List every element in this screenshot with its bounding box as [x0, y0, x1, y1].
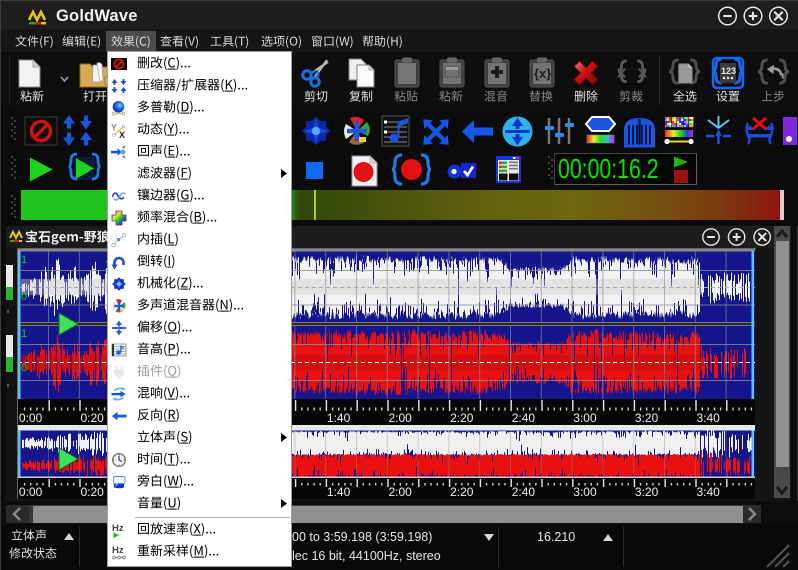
- svg-text:0:20: 0:20: [81, 411, 105, 425]
- svg-text:Hz: Hz: [112, 523, 124, 534]
- svg-text:3:00: 3:00: [573, 411, 597, 425]
- svg-text:2:40: 2:40: [512, 411, 536, 425]
- svg-text:3:40: 3:40: [697, 485, 721, 499]
- svg-text:2:20: 2:20: [450, 485, 474, 499]
- svg-text:X: X: [119, 130, 125, 140]
- svg-text:2:00: 2:00: [389, 411, 413, 425]
- svg-text:0:20: 0:20: [81, 485, 105, 499]
- svg-text:2:40: 2:40: [512, 485, 536, 499]
- svg-text:Y: Y: [111, 123, 117, 133]
- svg-text:1: 1: [21, 328, 27, 340]
- svg-text:3:00: 3:00: [573, 485, 597, 499]
- svg-text:3:20: 3:20: [635, 485, 659, 499]
- svg-text:0:00: 0:00: [19, 411, 43, 425]
- svg-text:1: 1: [21, 254, 27, 266]
- svg-text:0:00: 0:00: [19, 485, 43, 499]
- svg-text:0: 0: [21, 291, 27, 303]
- svg-text:3:20: 3:20: [635, 411, 659, 425]
- svg-text:1:40: 1:40: [327, 485, 351, 499]
- svg-text:2:00: 2:00: [389, 485, 413, 499]
- svg-text:1:40: 1:40: [327, 411, 351, 425]
- svg-text:2:20: 2:20: [450, 411, 474, 425]
- svg-text:Hz: Hz: [112, 545, 124, 556]
- svg-text:0: 0: [21, 362, 27, 374]
- svg-text:3:40: 3:40: [697, 411, 721, 425]
